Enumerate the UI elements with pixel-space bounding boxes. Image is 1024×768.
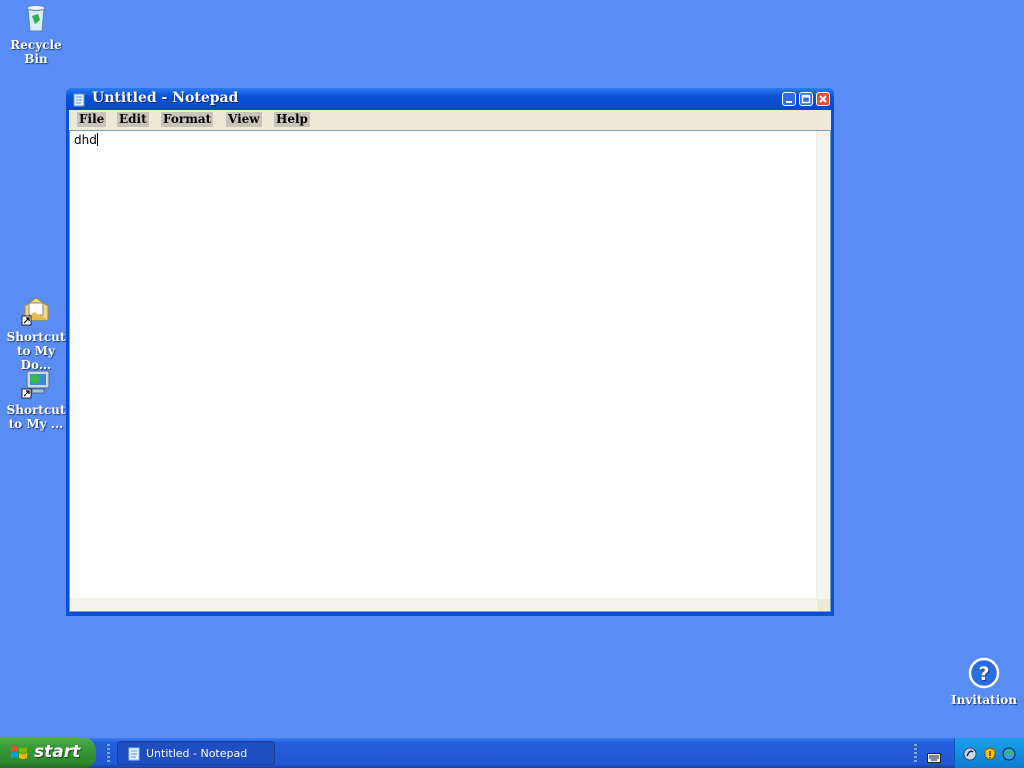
update-icon[interactable]: [1002, 746, 1016, 761]
notepad-icon: [128, 747, 140, 761]
menu-file[interactable]: File: [77, 112, 107, 127]
editor-text: dhd: [74, 133, 97, 147]
documents-shortcut-icon: [20, 294, 52, 326]
close-button[interactable]: [816, 92, 830, 106]
editor-content[interactable]: dhd: [74, 133, 98, 147]
start-button[interactable]: start: [0, 738, 96, 768]
shortcut-my-computer[interactable]: Shortcut to My ...: [0, 367, 72, 431]
keyboard-icon[interactable]: [927, 748, 941, 767]
text-editor[interactable]: dhd: [69, 130, 831, 612]
invitation-label: Invitation: [950, 693, 1018, 707]
windows-logo-icon: [10, 745, 28, 761]
horizontal-scrollbar[interactable]: [70, 598, 817, 611]
title-bar[interactable]: Untitled - Notepad: [66, 88, 834, 110]
maximize-button[interactable]: [799, 92, 813, 106]
window-title: Untitled - Notepad: [92, 90, 239, 106]
size-grip[interactable]: [817, 599, 830, 611]
taskbar-notepad-label: Untitled - Notepad: [146, 747, 248, 760]
taskbar: start Untitled - Notepad: [0, 738, 1024, 768]
recycle-bin-label: Recycle Bin: [10, 38, 62, 66]
vertical-scrollbar[interactable]: [816, 131, 830, 599]
taskbar-notepad-button[interactable]: Untitled - Notepad: [117, 741, 275, 765]
recycle-bin-icon: [20, 2, 52, 34]
menu-view[interactable]: View: [226, 112, 262, 127]
security-shield-icon[interactable]: [983, 746, 997, 761]
text-caret: [96, 133, 98, 146]
taskbar-grip[interactable]: [107, 744, 110, 764]
recycle-bin[interactable]: Recycle Bin: [0, 2, 72, 66]
menu-bar: File Edit Format View Help: [69, 110, 831, 131]
minimize-button[interactable]: [782, 92, 796, 106]
invitation[interactable]: ? Invitation: [948, 657, 1020, 707]
svg-text:?: ?: [978, 663, 989, 685]
computer-shortcut-icon: [20, 367, 52, 399]
menu-help[interactable]: Help: [274, 112, 310, 127]
shortcut-my-computer-label: Shortcut to My ...: [6, 403, 66, 431]
shortcut-my-documents-label: Shortcut to My Do...: [6, 330, 66, 372]
help-icon: ?: [968, 657, 1000, 689]
menu-format[interactable]: Format: [161, 112, 214, 127]
notepad-window: Untitled - Notepad File Edit Format View…: [66, 88, 834, 616]
start-label: start: [34, 742, 81, 762]
tray-grip[interactable]: [914, 744, 917, 764]
menu-edit[interactable]: Edit: [117, 112, 149, 127]
notepad-icon: [73, 92, 85, 107]
network-icon[interactable]: [963, 746, 977, 761]
shortcut-my-documents[interactable]: Shortcut to My Do...: [0, 294, 72, 372]
system-tray: [954, 738, 1024, 768]
